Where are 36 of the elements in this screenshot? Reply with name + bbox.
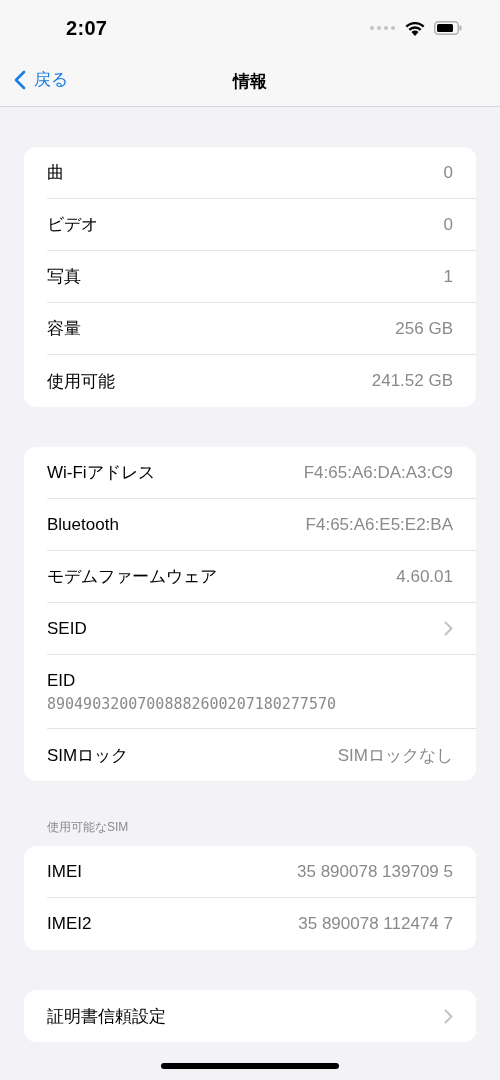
- section-header: 使用可能なSIM: [46, 819, 130, 836]
- row-label: EID: [47, 670, 76, 691]
- chevron-left-icon: [14, 69, 26, 90]
- row-value: 0: [443, 162, 453, 183]
- row-label: Wi-Fiアドレス: [47, 462, 155, 484]
- row-label: IMEI2: [47, 914, 92, 934]
- row-label: モデムファームウェア: [47, 566, 217, 588]
- row-label: 曲: [47, 162, 64, 184]
- chevron-right-icon: [444, 1008, 453, 1024]
- chevron-right-icon: [444, 621, 453, 636]
- row-value: 4.60.01: [396, 566, 453, 587]
- row-label: Bluetooth: [47, 514, 119, 535]
- row-value: 35 890078 139709 5: [297, 861, 453, 882]
- row-value: 241.52 GB: [371, 371, 453, 391]
- row-value: SIMロックなし: [337, 744, 453, 767]
- signal-dots-icon: [370, 26, 396, 30]
- settings-row[interactable]: 証明書信頼設定: [47, 990, 476, 1042]
- wifi-icon: [405, 20, 425, 36]
- row-label: ビデオ: [47, 214, 98, 236]
- row-label: SIMロック: [47, 744, 129, 767]
- row-value: F4:65:A6:DA:A3:C9: [303, 462, 453, 483]
- settings-row[interactable]: SEID: [47, 603, 476, 655]
- row-value: 89049032007008882600207180277570: [47, 694, 336, 713]
- row-label: 写真: [47, 266, 81, 288]
- row-label: 使用可能: [47, 370, 115, 393]
- battery-icon: [434, 21, 462, 35]
- row-value: 256 GB: [395, 318, 453, 339]
- row-value: 1: [443, 266, 453, 287]
- row-label: 容量: [47, 318, 81, 340]
- row-label: IMEI: [47, 861, 82, 882]
- row-value: 0: [443, 214, 453, 235]
- row-value: 35 890078 112474 7: [298, 914, 453, 934]
- status-time: 2:07: [66, 16, 108, 40]
- back-button[interactable]: 戻る: [14, 68, 68, 91]
- page-title: 情報: [233, 70, 267, 93]
- row-value: F4:65:A6:E5:E2:BA: [305, 514, 453, 535]
